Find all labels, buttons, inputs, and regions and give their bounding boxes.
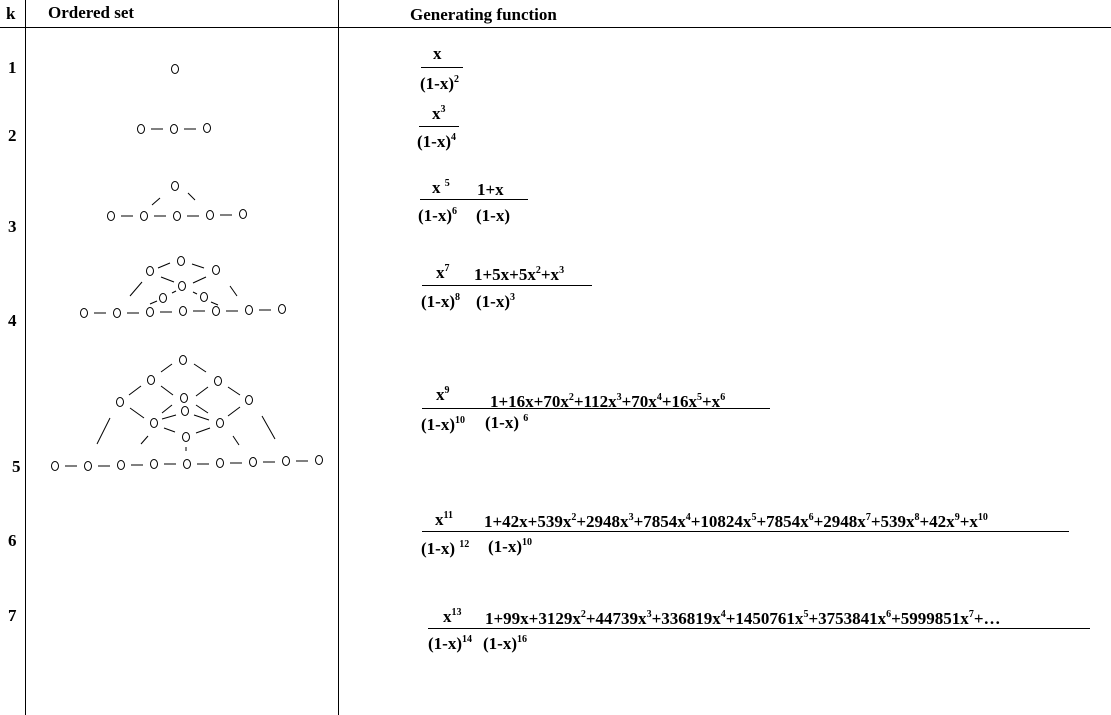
gf4-denominator-1: (1-x)8 [421,292,460,311]
gf5-numerator-1: x9 [436,385,450,404]
poset-k4 [80,256,286,318]
gf3-denominator-2: (1-x) [476,206,510,225]
gf1-numerator: x [433,44,442,63]
gf2-numerator: x3 [432,104,446,123]
gf2-denominator: (1-x)4 [417,132,456,151]
gf3-numerator-1: x 5 [432,178,450,197]
gf4-numerator-2: 1+5x+5x2+x3 [474,265,565,284]
ordered-set-diagrams [51,64,323,471]
gf3-fraction-bar [420,199,528,200]
gf1-denominator: (1-x)2 [420,74,459,93]
gf6-denominator-2: (1-x)10 [488,537,532,556]
gf4-denominator-2: (1-x)3 [476,292,515,311]
gf7-denominator-1: (1-x)14 [428,634,472,653]
gf5-numerator-2: 1+16x+70x2+112x3+70x4+16x5+x6 [490,392,726,411]
gf2-fraction-bar [419,126,459,127]
gf5-fraction-bar [422,408,770,409]
gf7-fraction-bar [428,628,1090,629]
gf5-denominator-2: (1-x) 6 [485,413,529,432]
gf1-fraction-bar [421,67,463,68]
poset-k2 [137,123,211,134]
poset-k3 [107,181,247,221]
poset-k1 [171,64,179,74]
gf4-fraction-bar [422,285,592,286]
gf3-denominator-1: (1-x)6 [418,206,457,225]
gf3-numerator-2: 1+x [477,180,504,199]
gf6-denominator-1: (1-x) 12 [421,539,470,558]
gf5-denominator-1: (1-x)10 [421,415,465,434]
gf7-numerator-2: 1+99x+3129x2+44739x3+336819x4+1450761x5+… [485,609,1001,628]
gf7-numerator-1: x13 [443,607,462,626]
gf7-denominator-2: (1-x)16 [483,634,527,653]
gf6-fraction-bar [422,531,1069,532]
gf6-numerator-2: 1+42x+539x2+2948x3+7854x4+10824x5+7854x6… [484,512,988,531]
poset-k5 [51,355,323,471]
gf4-numerator-1: x7 [436,263,450,282]
gf6-numerator-1: x11 [435,510,453,529]
header-generating-function: Generating function [410,5,557,24]
